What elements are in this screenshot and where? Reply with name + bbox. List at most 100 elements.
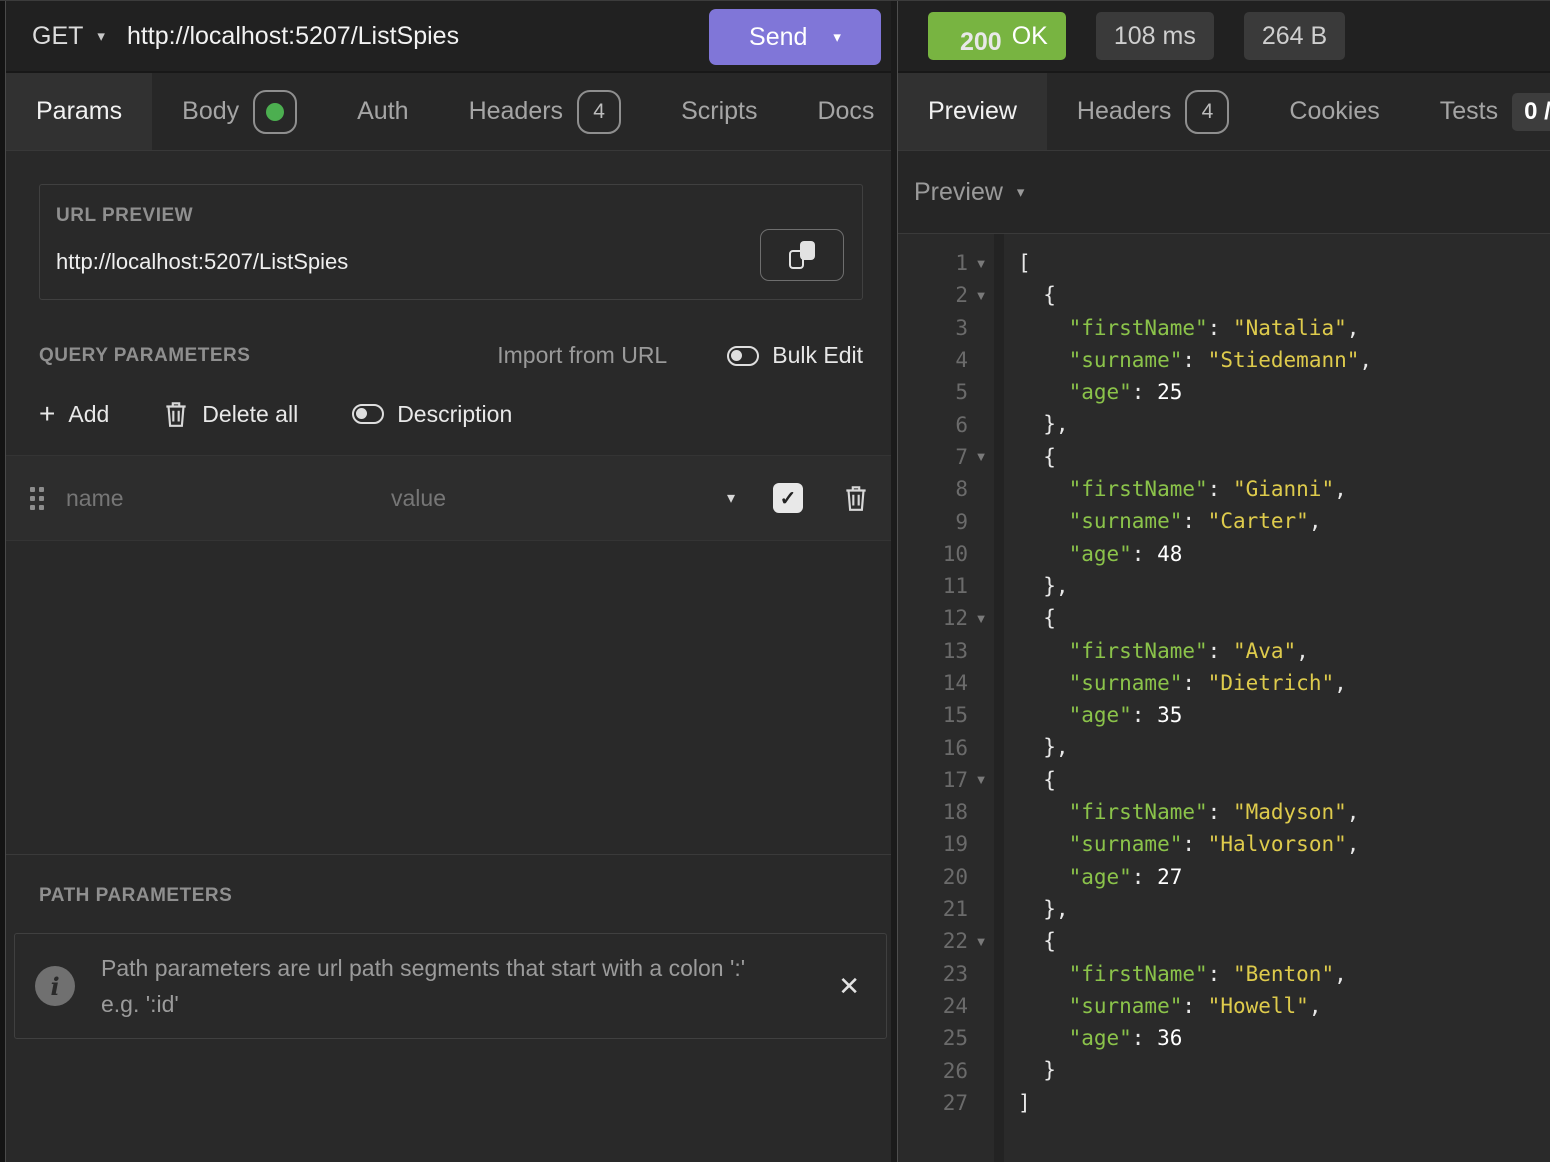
line-number: 1 bbox=[898, 251, 968, 275]
request-topbar: GET ▾ http://localhost:5207/ListSpies Se… bbox=[6, 1, 891, 73]
line-number: 6 bbox=[898, 413, 968, 437]
fold-chevron-down-icon[interactable]: ▼ bbox=[968, 772, 994, 787]
code-line: "age": 35 bbox=[1018, 699, 1550, 731]
code-line: }, bbox=[1018, 893, 1550, 925]
method-chevron-down-icon[interactable]: ▾ bbox=[97, 29, 105, 44]
code-line: "age": 48 bbox=[1018, 538, 1550, 570]
info-icon: i bbox=[35, 966, 75, 1006]
count-badge: 4 bbox=[1185, 90, 1229, 134]
code-line: ] bbox=[1018, 1087, 1550, 1119]
response-json: [ { "firstName": "Natalia", "surname": "… bbox=[1004, 234, 1550, 1162]
bulk-edit-label: Bulk Edit bbox=[772, 342, 863, 369]
code-line: "firstName": "Benton", bbox=[1018, 958, 1550, 990]
bulk-edit-toggle[interactable]: Bulk Edit bbox=[727, 342, 863, 369]
description-label: Description bbox=[397, 401, 512, 428]
count-badge: 4 bbox=[577, 90, 621, 134]
send-button-label: Send bbox=[749, 23, 807, 52]
tab-label: Auth bbox=[357, 97, 408, 126]
code-line: "surname": "Stiedemann", bbox=[1018, 344, 1550, 376]
line-number: 3 bbox=[898, 316, 968, 340]
code-line: }, bbox=[1018, 408, 1550, 440]
response-tab-headers[interactable]: Headers 4 bbox=[1047, 73, 1260, 150]
copy-url-button[interactable] bbox=[760, 229, 844, 281]
add-param-button[interactable]: + Add bbox=[39, 400, 109, 428]
line-number: 25 bbox=[898, 1026, 968, 1050]
url-preview-label: URL PREVIEW bbox=[56, 205, 840, 227]
request-tab-auth[interactable]: Auth bbox=[327, 73, 438, 150]
request-tab-params[interactable]: Params bbox=[6, 73, 152, 150]
response-tab-cookies[interactable]: Cookies bbox=[1259, 73, 1409, 150]
method-selector[interactable]: GET bbox=[32, 22, 83, 51]
response-tab-tests[interactable]: Tests0 / 0 bbox=[1410, 73, 1550, 150]
empty-params-area bbox=[6, 541, 891, 854]
request-tab-body[interactable]: Body bbox=[152, 73, 327, 150]
send-options-chevron-down-icon[interactable]: ▾ bbox=[833, 30, 841, 45]
path-parameters-info: i Path parameters are url path segments … bbox=[14, 933, 887, 1039]
line-number: 12 bbox=[898, 606, 968, 630]
code-line: "age": 25 bbox=[1018, 376, 1550, 408]
drag-handle-icon[interactable] bbox=[30, 487, 44, 510]
tab-label: Body bbox=[182, 97, 239, 126]
response-tab-preview[interactable]: Preview bbox=[898, 73, 1047, 150]
fold-chevron-down-icon[interactable]: ▼ bbox=[968, 934, 994, 949]
param-enabled-checkbox[interactable]: ✓ bbox=[773, 483, 803, 513]
info-text: Path parameters are url path segments th… bbox=[101, 950, 818, 1022]
pane-resize-handle[interactable] bbox=[891, 1, 898, 1162]
code-line: "age": 36 bbox=[1018, 1022, 1550, 1054]
delete-all-button[interactable]: Delete all bbox=[163, 399, 298, 429]
code-line: "surname": "Howell", bbox=[1018, 990, 1550, 1022]
param-value-input[interactable]: value bbox=[391, 485, 727, 512]
preview-mode-dropdown[interactable]: Preview ▾ bbox=[898, 151, 1550, 234]
param-name-input[interactable]: name bbox=[66, 485, 391, 512]
toggle-icon bbox=[727, 346, 759, 366]
line-number: 24 bbox=[898, 994, 968, 1018]
code-line: { bbox=[1018, 925, 1550, 957]
url-input[interactable]: http://localhost:5207/ListSpies bbox=[127, 22, 459, 51]
code-line: } bbox=[1018, 1054, 1550, 1086]
count-badge: 0 / 0 bbox=[1512, 93, 1550, 131]
fold-chevron-down-icon[interactable]: ▼ bbox=[968, 449, 994, 464]
code-line: "age": 27 bbox=[1018, 861, 1550, 893]
line-number: 11 bbox=[898, 574, 968, 598]
green-dot-icon bbox=[266, 103, 284, 121]
line-number: 22 bbox=[898, 929, 968, 953]
request-tab-scripts[interactable]: Scripts bbox=[651, 73, 787, 150]
import-from-url-button[interactable]: Import from URL bbox=[497, 342, 667, 369]
fold-chevron-down-icon[interactable]: ▼ bbox=[968, 611, 994, 626]
line-number: 9 bbox=[898, 510, 968, 534]
query-parameters-header: QUERY PARAMETERS Import from URL Bulk Ed… bbox=[39, 342, 863, 369]
code-line: { bbox=[1018, 602, 1550, 634]
body-set-indicator bbox=[253, 90, 297, 134]
code-line: { bbox=[1018, 441, 1550, 473]
close-icon[interactable]: ✕ bbox=[838, 971, 860, 1002]
fold-chevron-down-icon[interactable]: ▼ bbox=[968, 288, 994, 303]
request-tab-headers[interactable]: Headers 4 bbox=[439, 73, 652, 150]
line-number: 19 bbox=[898, 832, 968, 856]
response-time-badge: 108 ms bbox=[1096, 12, 1214, 60]
send-button[interactable]: Send ▾ bbox=[709, 9, 881, 65]
description-toggle[interactable]: Description bbox=[352, 401, 512, 428]
line-number: 23 bbox=[898, 962, 968, 986]
delete-all-label: Delete all bbox=[202, 401, 298, 428]
fold-chevron-down-icon[interactable]: ▼ bbox=[968, 256, 994, 271]
response-tabbar: Preview Headers 4 CookiesTests0 / 0 bbox=[898, 73, 1550, 151]
code-line: { bbox=[1018, 764, 1550, 796]
preview-chevron-down-icon: ▾ bbox=[1017, 185, 1025, 200]
line-number: 5 bbox=[898, 380, 968, 404]
param-delete-button[interactable] bbox=[843, 483, 869, 513]
query-parameters-heading: QUERY PARAMETERS bbox=[39, 345, 250, 367]
line-number: 8 bbox=[898, 477, 968, 501]
status-badge: 200 OK bbox=[928, 12, 1066, 60]
api-client-window: GET ▾ http://localhost:5207/ListSpies Se… bbox=[0, 0, 1550, 1162]
tab-label: Headers bbox=[469, 97, 564, 126]
tab-label: Docs bbox=[817, 97, 874, 126]
tab-label: Headers bbox=[1077, 97, 1172, 126]
code-line: "surname": "Dietrich", bbox=[1018, 667, 1550, 699]
param-type-chevron-down-icon[interactable]: ▾ bbox=[727, 488, 735, 508]
line-number: 27 bbox=[898, 1091, 968, 1115]
request-pane: GET ▾ http://localhost:5207/ListSpies Se… bbox=[6, 1, 891, 1162]
line-number: 15 bbox=[898, 703, 968, 727]
request-tab-docs[interactable]: Docs bbox=[787, 73, 891, 150]
response-topbar: 200 OK 108 ms 264 B bbox=[898, 1, 1550, 73]
code-line: }, bbox=[1018, 731, 1550, 763]
